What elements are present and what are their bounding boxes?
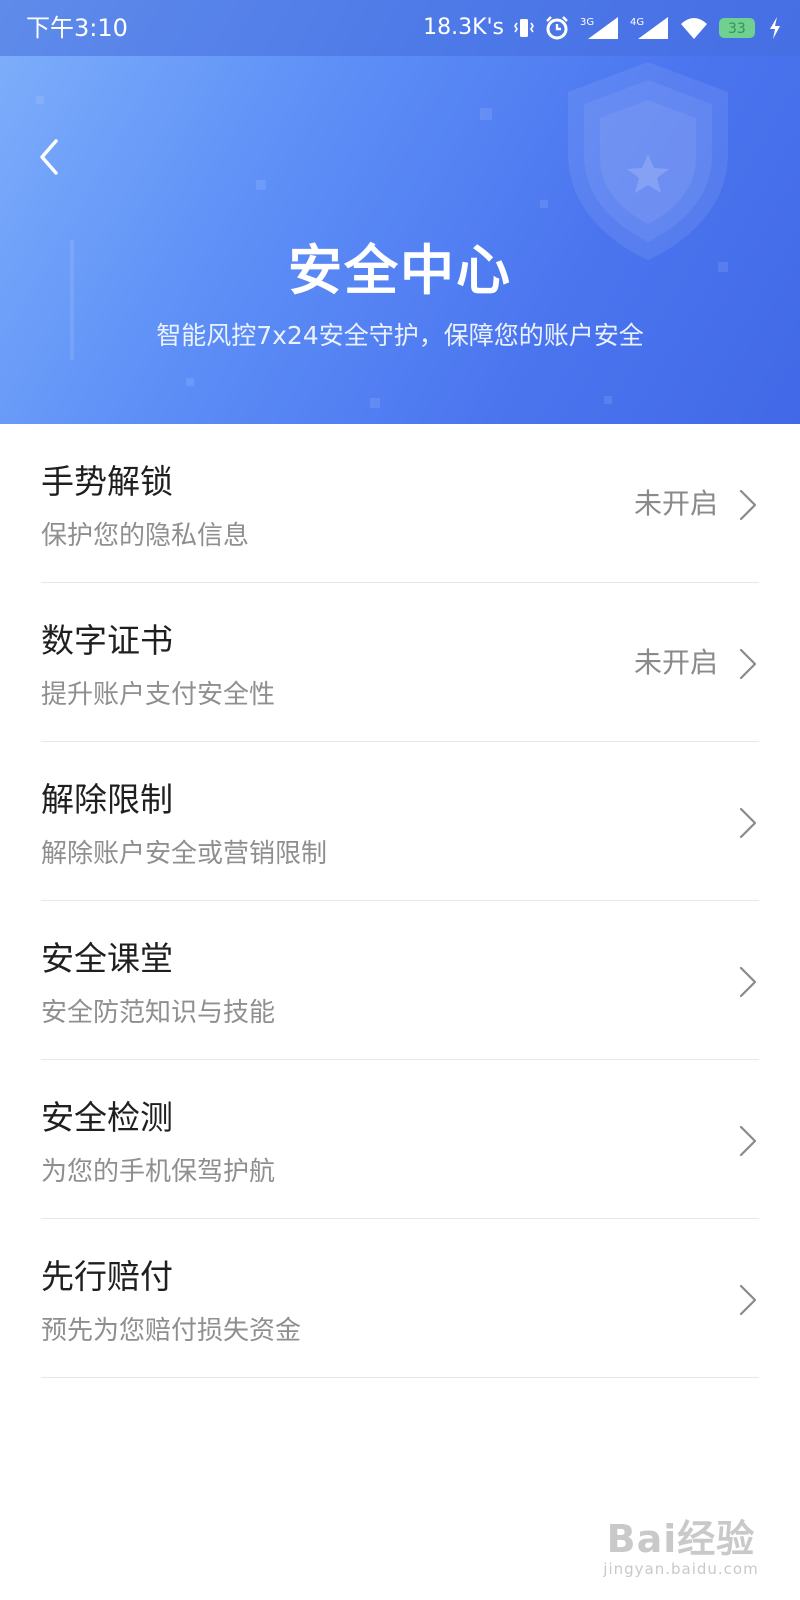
chevron-right-icon: [739, 1284, 757, 1316]
menu-item-subtitle: 为您的手机保驾护航: [41, 1157, 276, 1187]
menu-item-advance-compensation[interactable]: 先行赔付 预先为您赔付损失资金: [0, 1219, 800, 1378]
baidu-jingyan-watermark: Bai经验 jingyan.baidu.com: [596, 1518, 766, 1578]
decoration: [186, 378, 194, 386]
menu-item-subtitle: 提升账户支付安全性: [41, 680, 276, 710]
decoration: [256, 180, 266, 190]
network-speed: 18.3K's: [423, 15, 504, 40]
sim2-label: 4G: [630, 17, 644, 28]
chevron-right-icon: [739, 1125, 757, 1157]
menu-item-title: 数字证书: [41, 621, 173, 660]
menu-item-security-check[interactable]: 安全检测 为您的手机保驾护航: [0, 1060, 800, 1219]
decoration: [604, 396, 612, 404]
watermark-url: jingyan.baidu.com: [603, 1560, 759, 1578]
menu-item-title: 手势解锁: [41, 462, 173, 501]
menu-item-title: 解除限制: [41, 780, 173, 819]
chevron-right-icon: [739, 807, 757, 839]
status-indicators: 18.3K's 3G 4G 33: [423, 11, 782, 45]
alarm-icon: [544, 15, 570, 41]
menu-item-subtitle: 保护您的隐私信息: [41, 521, 250, 551]
menu-item-remove-restriction[interactable]: 解除限制 解除账户安全或营销限制: [0, 742, 800, 901]
decoration: [480, 108, 492, 120]
decoration: [370, 398, 380, 408]
signal-3g-icon: 3G: [580, 15, 620, 41]
menu-item-gesture-unlock[interactable]: 手势解锁 保护您的隐私信息 未开启: [0, 424, 800, 583]
back-arrow-icon: [40, 139, 58, 175]
menu-item-title: 安全课堂: [41, 939, 173, 978]
chevron-right-icon: [739, 966, 757, 998]
sim1-label: 3G: [580, 17, 594, 28]
divider: [41, 1377, 759, 1378]
shield-star-icon: [568, 62, 728, 260]
menu-item-subtitle: 预先为您赔付损失资金: [41, 1316, 302, 1346]
chevron-right-icon: [739, 648, 757, 680]
menu-item-digital-certificate[interactable]: 数字证书 提升账户支付安全性 未开启: [0, 583, 800, 742]
header-banner: 下午3:10 18.3K's 3G 4G 33 安全中心 智能风控7x24安全守…: [0, 0, 800, 424]
back-button[interactable]: [30, 132, 70, 182]
page-subtitle: 智能风控7x24安全守护，保障您的账户安全: [156, 321, 644, 350]
menu-item-title: 先行赔付: [41, 1257, 173, 1296]
menu-item-subtitle: 解除账户安全或营销限制: [41, 839, 328, 869]
battery-level: 33: [728, 21, 746, 37]
status-time: 下午3:10: [26, 14, 128, 42]
watermark-logo: Bai经验: [606, 1517, 756, 1561]
charging-icon: [768, 16, 782, 40]
menu-item-title: 安全检测: [41, 1098, 173, 1137]
menu-item-status: 未开启: [633, 646, 718, 679]
menu-item-security-class[interactable]: 安全课堂 安全防范知识与技能: [0, 901, 800, 1060]
signal-4g-icon: 4G: [630, 15, 670, 41]
menu-item-status: 未开启: [633, 487, 718, 520]
page-title: 安全中心: [288, 239, 512, 302]
security-menu-list: 手势解锁 保护您的隐私信息 未开启 数字证书 提升账户支付安全性 未开启 解除限…: [0, 424, 800, 1378]
menu-item-subtitle: 安全防范知识与技能: [41, 998, 276, 1028]
wifi-icon: [680, 16, 708, 40]
chevron-right-icon: [739, 489, 757, 521]
battery-icon: 33: [718, 16, 758, 40]
status-bar: 下午3:10 18.3K's 3G 4G 33: [0, 0, 800, 56]
decoration: [540, 200, 548, 208]
vibrate-icon: [514, 16, 534, 40]
decoration: [36, 96, 44, 104]
